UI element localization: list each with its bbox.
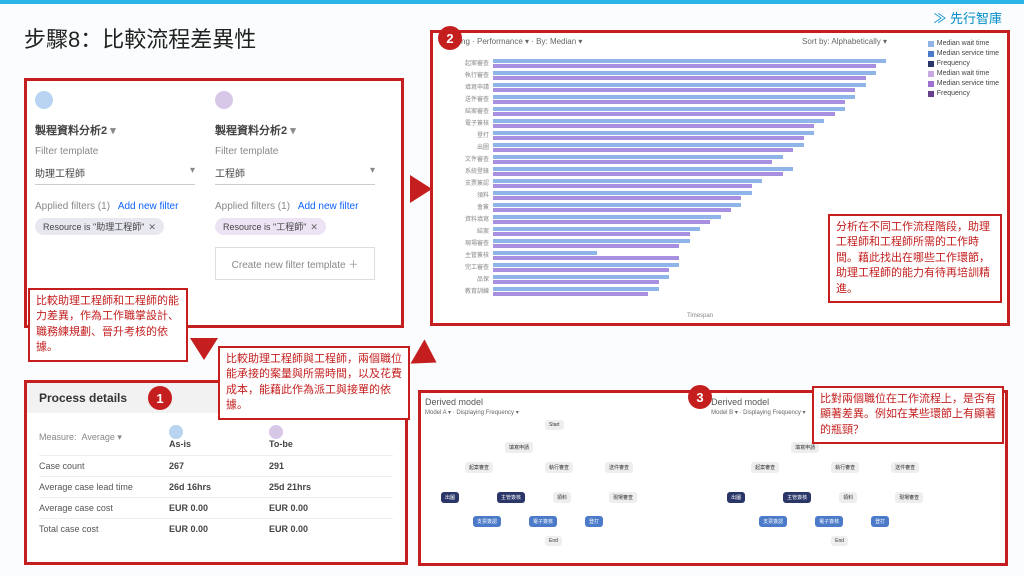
filter-col-b: 製程資料分析2 ▾ Filter template 工程師▾ Applied f… — [207, 81, 387, 290]
arrow-down-icon — [190, 338, 218, 360]
graph-node[interactable]: 出圖 — [727, 492, 745, 503]
add-filter-link-b[interactable]: Add new filter — [298, 201, 359, 212]
derived-title-left: Derived model — [425, 397, 703, 407]
graph-node[interactable]: 出圖 — [441, 492, 459, 503]
graph-node[interactable]: 執行審查 — [831, 462, 859, 473]
page-title: 步驟8：比較流程差異性 — [24, 22, 256, 54]
table-header: Measure: Average ▾ As-is To-be — [39, 419, 393, 455]
arrow-right-icon — [410, 175, 432, 203]
filter-template-label-a: Filter template — [35, 146, 199, 157]
marker-1: 1 — [148, 386, 172, 410]
bar-row: 會簽 — [493, 203, 907, 212]
graph-node[interactable]: 現場審查 — [609, 492, 637, 503]
graph-node[interactable]: 領料 — [839, 492, 857, 503]
close-icon[interactable]: ✕ — [310, 222, 318, 232]
derived-model-left: Derived model Model A ▾ · Displaying Fre… — [421, 393, 707, 548]
bar-row: 起案審查 — [493, 59, 907, 68]
graph-node[interactable]: 電子簽核 — [815, 516, 843, 527]
bar-row: 執行審查 — [493, 71, 907, 80]
graph-node[interactable]: Start — [545, 420, 564, 430]
bar-row: 電子簽核 — [493, 119, 907, 128]
chevron-down-icon[interactable]: ▾ — [110, 125, 116, 137]
arrow-diag-icon — [410, 339, 443, 374]
callout-1: 比較助理工程師和工程師的能力差異，作為工作職掌設計、職務練規劃、晉升考核的依據。 — [28, 288, 188, 362]
chart-xaxis-label: Timespan — [493, 313, 907, 319]
chart-sort[interactable]: Sort by: Alphabetically ▾ — [802, 37, 887, 46]
graph-node[interactable]: 起案審查 — [751, 462, 779, 473]
filter-col-a: 製程資料分析2 ▾ Filter template 助理工程師▾ Applied… — [27, 81, 207, 245]
filter-select-b[interactable]: 工程師▾ — [215, 161, 375, 185]
create-template-button[interactable]: Create new filter template ＋ — [215, 247, 375, 280]
avatar-a — [35, 91, 53, 109]
bar-row: 系統登錄 — [493, 167, 907, 176]
callout-4: 比對兩個職位在工作流程上，是否有顯著差異。例如在某些環節上有顯著的瓶頸？ — [812, 386, 1004, 444]
chevron-down-icon: ▾ — [190, 165, 195, 180]
graph-node[interactable]: 執行審查 — [545, 462, 573, 473]
bar-row: 領料 — [493, 191, 907, 200]
measure-select[interactable]: Average ▾ — [82, 432, 122, 442]
callout-3: 分析在不同工作流程階段，助理工程師和工程師所需的工作時間。藉此找出在哪些工作環節… — [828, 214, 1002, 303]
derived-ctrl-left[interactable]: Model A ▾ · Displaying Frequency ▾ — [425, 409, 703, 416]
process-graph-left[interactable]: Start 填寫申請起案審查 執行審查 送件審查出圖 主管簽核 領料 現場審查支票簽認 電子簽… — [425, 418, 703, 544]
graph-node[interactable]: 送件審查 — [605, 462, 633, 473]
graph-node[interactable]: 送件審查 — [891, 462, 919, 473]
avatar-b — [215, 91, 233, 109]
chart-legend: Median wait timeMedian service timeFrequ… — [928, 39, 999, 100]
graph-node[interactable]: 現場審查 — [895, 492, 923, 503]
graph-node[interactable]: 主管簽核 — [497, 492, 525, 503]
avatar-b-icon — [269, 425, 283, 439]
graph-node[interactable]: 支票簽認 — [759, 516, 787, 527]
bar-row: 出圖 — [493, 143, 907, 152]
applied-filters-b: Applied filters (1) Add new filter — [215, 201, 379, 212]
brand-logo: ≫ 先行智庫 — [933, 8, 1002, 27]
table-row: Average case lead time26d 16hrs25d 21hrs — [39, 476, 393, 497]
bar-row: 填寫申請 — [493, 83, 907, 92]
bar-row: 送件審查 — [493, 95, 907, 104]
marker-3: 3 — [688, 385, 712, 409]
chevron-down-icon: ▾ — [370, 165, 375, 180]
bar-row: 登打 — [493, 131, 907, 140]
graph-node[interactable]: End — [831, 536, 848, 546]
chart-controls[interactable]: laying · Performance ▾ · By: Median ▾ — [449, 37, 582, 46]
marker-2: 2 — [438, 26, 462, 50]
bar-row: 支票簽認 — [493, 179, 907, 188]
graph-node[interactable]: 登打 — [871, 516, 889, 527]
graph-node[interactable]: 起案審查 — [465, 462, 493, 473]
filter-template-label-b: Filter template — [215, 146, 379, 157]
graph-node[interactable]: 領料 — [553, 492, 571, 503]
filter-select-a[interactable]: 助理工程師▾ — [35, 161, 195, 185]
bar-row: 文件審查 — [493, 155, 907, 164]
filter-chip-a[interactable]: Resource is "助理工程師"✕ — [35, 218, 164, 235]
graph-node[interactable]: 登打 — [585, 516, 603, 527]
graph-node[interactable]: End — [545, 536, 562, 546]
close-icon[interactable]: ✕ — [148, 222, 156, 232]
add-filter-link-a[interactable]: Add new filter — [118, 201, 179, 212]
callout-2: 比較助理工程師與工程師，兩個職位能承接的案量與所需時間，以及花費成本，能藉此作為… — [218, 346, 410, 420]
chevron-down-icon[interactable]: ▾ — [290, 125, 296, 137]
graph-node[interactable]: 支票簽認 — [473, 516, 501, 527]
table-row: Case count267291 — [39, 455, 393, 476]
table-row: Total case costEUR 0.00EUR 0.00 — [39, 518, 393, 539]
graph-node[interactable]: 主管簽核 — [783, 492, 811, 503]
dataset-title-a: 製程資料分析2 ▾ — [35, 122, 199, 138]
table-row: Average case costEUR 0.00EUR 0.00 — [39, 497, 393, 518]
dataset-title-b: 製程資料分析2 ▾ — [215, 122, 379, 138]
graph-node[interactable]: 電子簽核 — [529, 516, 557, 527]
avatar-a-icon — [169, 425, 183, 439]
filter-chip-b[interactable]: Resource is "工程師"✕ — [215, 218, 326, 235]
bar-row: 結案審查 — [493, 107, 907, 116]
applied-filters-a: Applied filters (1) Add new filter — [35, 201, 199, 212]
graph-node[interactable]: 填寫申請 — [505, 442, 533, 453]
